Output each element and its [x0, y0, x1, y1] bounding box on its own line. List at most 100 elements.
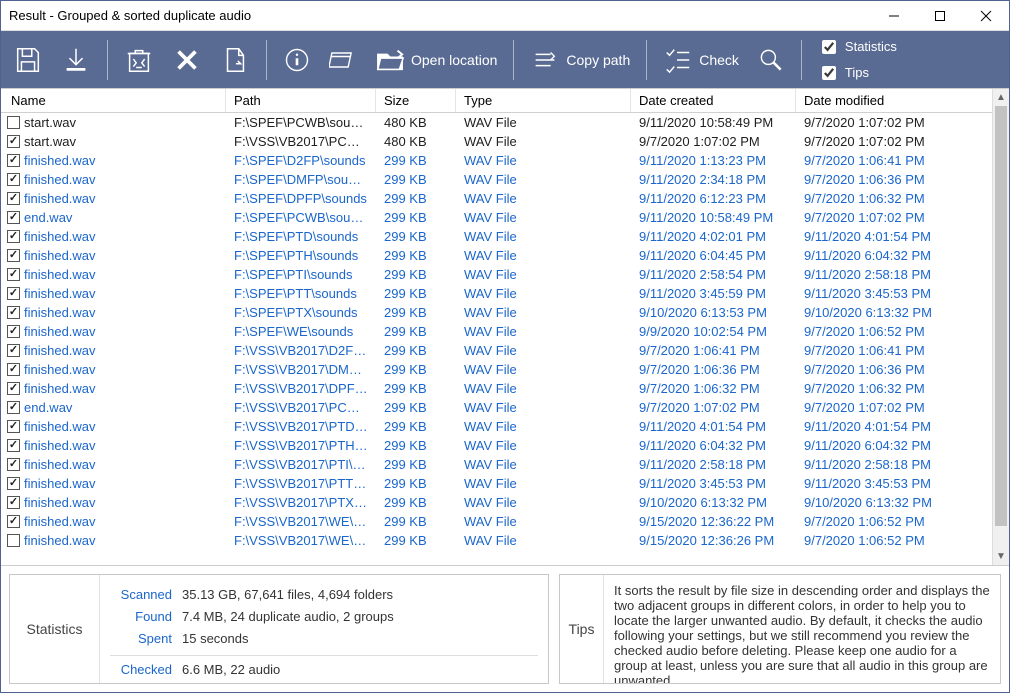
- check-button[interactable]: Check: [657, 37, 745, 83]
- stat-checked-val: 6.6 MB, 22 audio: [182, 662, 280, 677]
- search-button[interactable]: [751, 37, 791, 83]
- table-row[interactable]: finished.wavF:\SPEF\WE\sounds299 KBWAV F…: [1, 322, 992, 341]
- row-checkbox[interactable]: [7, 230, 20, 243]
- table-row[interactable]: end.wavF:\VSS\VB2017\PCWB\s...299 KBWAV …: [1, 398, 992, 417]
- table-row[interactable]: finished.wavF:\VSS\VB2017\PTD\so...299 K…: [1, 417, 992, 436]
- scroll-down-icon[interactable]: ▼: [993, 548, 1009, 565]
- tips-checkbox[interactable]: [822, 66, 836, 80]
- table-row[interactable]: finished.wavF:\SPEF\DMFP\sounds299 KBWAV…: [1, 170, 992, 189]
- cell-modified: 9/11/2020 4:01:54 PM: [796, 229, 992, 244]
- row-checkbox[interactable]: [7, 287, 20, 300]
- row-checkbox[interactable]: [7, 192, 20, 205]
- col-path[interactable]: Path: [226, 89, 376, 112]
- table-row[interactable]: finished.wavF:\VSS\VB2017\PTX\so...299 K…: [1, 493, 992, 512]
- cell-path: F:\SPEF\D2FP\sounds: [226, 153, 376, 168]
- row-checkbox[interactable]: [7, 534, 20, 547]
- row-checkbox[interactable]: [7, 401, 20, 414]
- cell-modified: 9/7/2020 1:06:41 PM: [796, 153, 992, 168]
- table-row[interactable]: start.wavF:\VSS\VB2017\PCWB\s...480 KBWA…: [1, 132, 992, 151]
- vertical-scrollbar[interactable]: ▲ ▼: [992, 89, 1009, 565]
- row-checkbox[interactable]: [7, 344, 20, 357]
- copy-path-button[interactable]: Copy path: [524, 37, 636, 83]
- cell-type: WAV File: [456, 134, 631, 149]
- recycle-button[interactable]: [118, 37, 160, 83]
- table-row[interactable]: finished.wavF:\VSS\VB2017\DMFP\s...299 K…: [1, 360, 992, 379]
- row-checkbox[interactable]: [7, 420, 20, 433]
- cell-modified: 9/11/2020 2:58:18 PM: [796, 267, 992, 282]
- col-size[interactable]: Size: [376, 89, 456, 112]
- col-name[interactable]: Name: [1, 89, 226, 112]
- cell-name: finished.wav: [24, 172, 96, 187]
- cell-type: WAV File: [456, 191, 631, 206]
- cell-type: WAV File: [456, 400, 631, 415]
- table-row[interactable]: finished.wavF:\SPEF\PTI\sounds299 KBWAV …: [1, 265, 992, 284]
- row-checkbox[interactable]: [7, 306, 20, 319]
- row-checkbox[interactable]: [7, 515, 20, 528]
- cell-modified: 9/7/2020 1:07:02 PM: [796, 400, 992, 415]
- cell-path: F:\VSS\VB2017\DPFP\s...: [226, 381, 376, 396]
- row-checkbox[interactable]: [7, 268, 20, 281]
- minimize-button[interactable]: [871, 1, 917, 31]
- statistics-checkbox[interactable]: [822, 40, 836, 54]
- info-button[interactable]: [277, 37, 317, 83]
- separator: [646, 40, 647, 80]
- close-button[interactable]: [963, 1, 1009, 31]
- table-row[interactable]: finished.wavF:\VSS\VB2017\WE\bin...299 K…: [1, 531, 992, 550]
- cell-created: 9/11/2020 6:04:32 PM: [631, 438, 796, 453]
- table-row[interactable]: start.wavF:\SPEF\PCWB\sounds480 KBWAV Fi…: [1, 113, 992, 132]
- save-button[interactable]: [7, 37, 49, 83]
- table-row[interactable]: end.wavF:\SPEF\PCWB\sounds299 KBWAV File…: [1, 208, 992, 227]
- row-checkbox[interactable]: [7, 458, 20, 471]
- row-checkbox[interactable]: [7, 325, 20, 338]
- window-button[interactable]: [323, 37, 363, 83]
- cell-path: F:\VSS\VB2017\PTD\so...: [226, 419, 376, 434]
- table-row[interactable]: finished.wavF:\SPEF\D2FP\sounds299 KBWAV…: [1, 151, 992, 170]
- scroll-thumb[interactable]: [995, 106, 1007, 526]
- maximize-button[interactable]: [917, 1, 963, 31]
- statistics-title: Statistics: [10, 575, 100, 683]
- cell-modified: 9/7/2020 1:06:32 PM: [796, 381, 992, 396]
- cell-modified: 9/11/2020 6:04:32 PM: [796, 438, 992, 453]
- cell-size: 299 KB: [376, 172, 456, 187]
- download-button[interactable]: [55, 37, 97, 83]
- table-row[interactable]: finished.wavF:\SPEF\PTH\sounds299 KBWAV …: [1, 246, 992, 265]
- table-row[interactable]: finished.wavF:\VSS\VB2017\PTT\sou...299 …: [1, 474, 992, 493]
- table-row[interactable]: finished.wavF:\VSS\VB2017\PTH\so...299 K…: [1, 436, 992, 455]
- row-checkbox[interactable]: [7, 135, 20, 148]
- col-type[interactable]: Type: [456, 89, 631, 112]
- row-checkbox[interactable]: [7, 477, 20, 490]
- col-created[interactable]: Date created: [631, 89, 796, 112]
- delete-button[interactable]: [166, 37, 208, 83]
- tips-toggle[interactable]: Tips: [818, 63, 897, 83]
- row-checkbox[interactable]: [7, 173, 20, 186]
- bottom-panels: Statistics Scanned35.13 GB, 67,641 files…: [1, 565, 1009, 692]
- row-checkbox[interactable]: [7, 154, 20, 167]
- table-row[interactable]: finished.wavF:\VSS\VB2017\PTI\sou...299 …: [1, 455, 992, 474]
- open-location-button[interactable]: Open location: [369, 37, 503, 83]
- cell-modified: 9/11/2020 3:45:53 PM: [796, 286, 992, 301]
- table-header: Name Path Size Type Date created Date mo…: [1, 89, 1009, 113]
- cell-name: finished.wav: [24, 324, 96, 339]
- col-modified[interactable]: Date modified: [796, 89, 1009, 112]
- title-bar: Result - Grouped & sorted duplicate audi…: [1, 1, 1009, 31]
- table-row[interactable]: finished.wavF:\SPEF\DPFP\sounds299 KBWAV…: [1, 189, 992, 208]
- row-checkbox[interactable]: [7, 496, 20, 509]
- copy-path-icon: [530, 45, 560, 75]
- table-row[interactable]: finished.wavF:\VSS\VB2017\DPFP\s...299 K…: [1, 379, 992, 398]
- row-checkbox[interactable]: [7, 249, 20, 262]
- row-checkbox[interactable]: [7, 363, 20, 376]
- scroll-up-icon[interactable]: ▲: [993, 89, 1009, 106]
- row-checkbox[interactable]: [7, 211, 20, 224]
- table-row[interactable]: finished.wavF:\SPEF\PTD\sounds299 KBWAV …: [1, 227, 992, 246]
- table-row[interactable]: finished.wavF:\SPEF\PTX\sounds299 KBWAV …: [1, 303, 992, 322]
- toolbar: Open location Copy path Check Statistics…: [1, 31, 1009, 88]
- table-row[interactable]: finished.wavF:\VSS\VB2017\D2FP\s...299 K…: [1, 341, 992, 360]
- row-checkbox[interactable]: [7, 382, 20, 395]
- statistics-toggle[interactable]: Statistics: [818, 37, 897, 57]
- table-row[interactable]: finished.wavF:\VSS\VB2017\WE\bin...299 K…: [1, 512, 992, 531]
- move-button[interactable]: [214, 37, 256, 83]
- row-checkbox[interactable]: [7, 116, 20, 129]
- table-row[interactable]: finished.wavF:\SPEF\PTT\sounds299 KBWAV …: [1, 284, 992, 303]
- row-checkbox[interactable]: [7, 439, 20, 452]
- cell-size: 299 KB: [376, 381, 456, 396]
